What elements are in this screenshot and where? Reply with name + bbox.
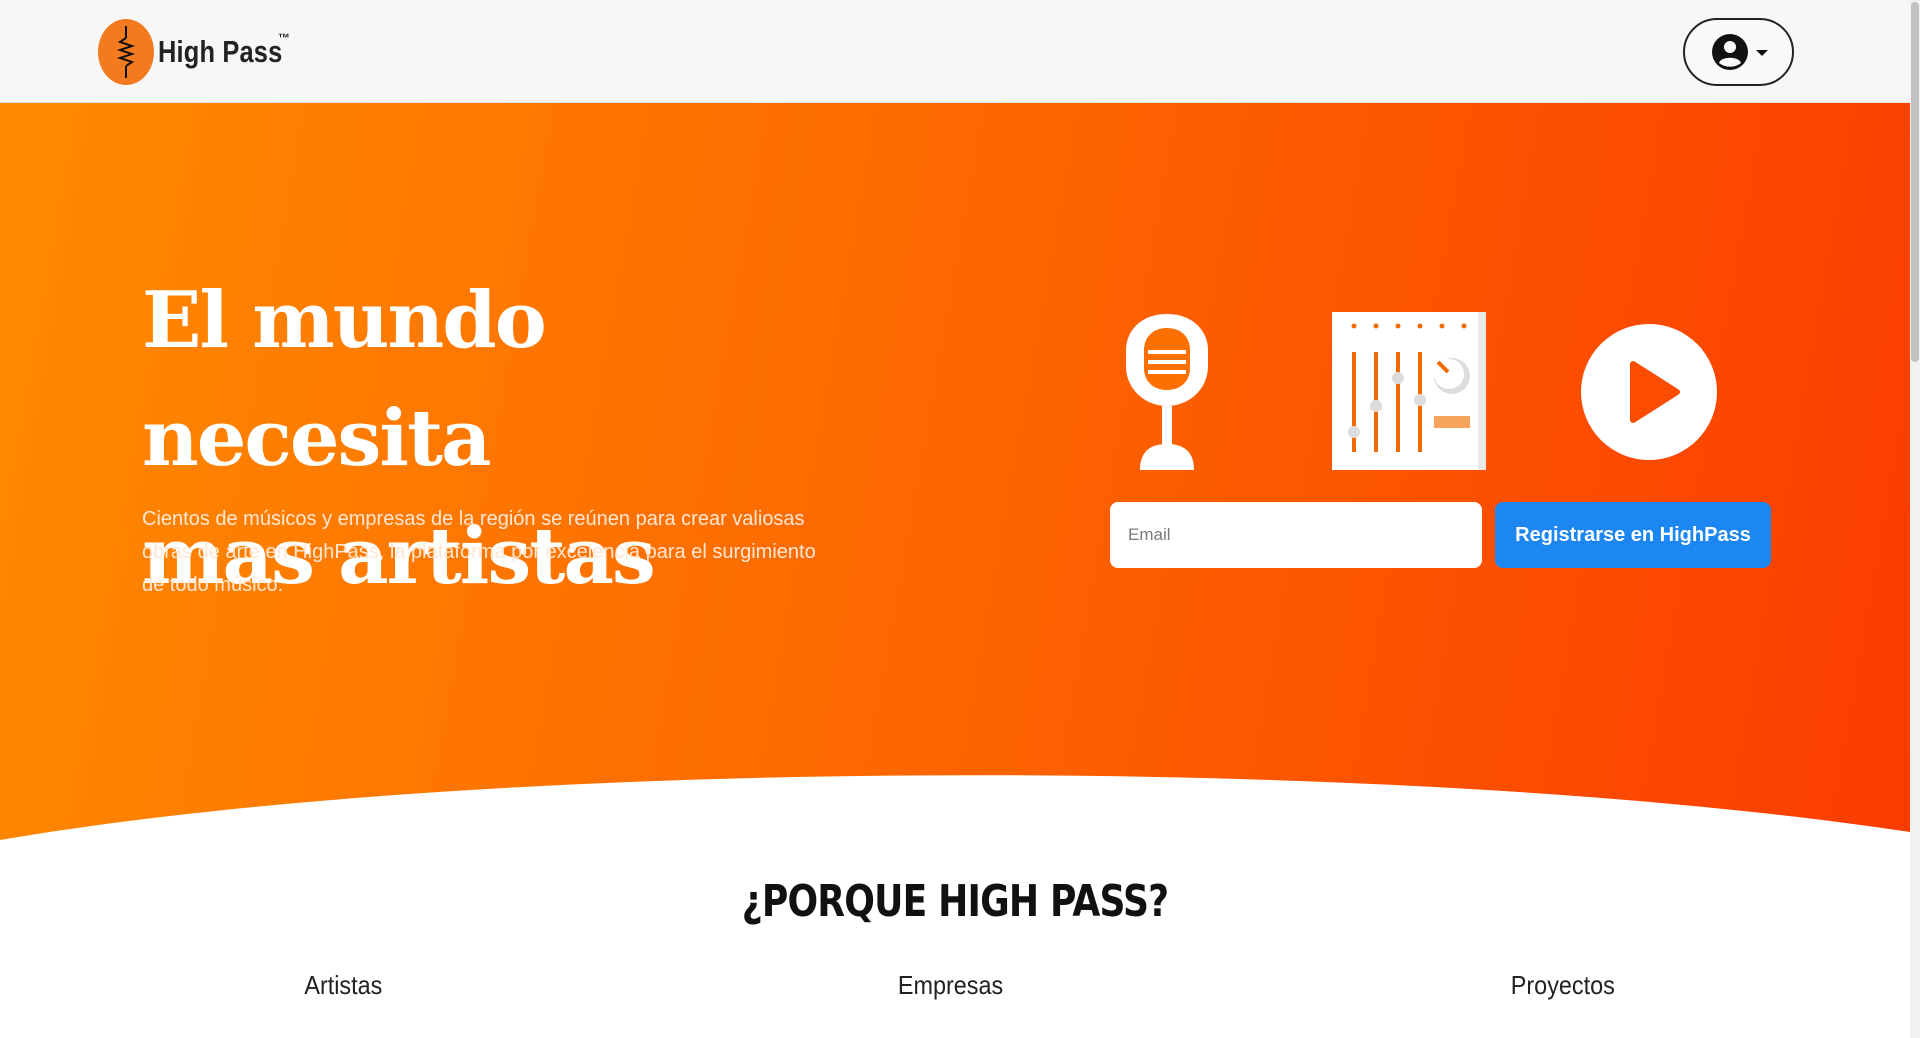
play-icon (1581, 324, 1717, 460)
feature-empresas: Empresas (897, 970, 1004, 1000)
brand-name: High Pass (158, 34, 283, 69)
resistor-icon (116, 26, 136, 78)
section-title: ¿PORQUE HIGH PASS? (741, 876, 1169, 927)
user-circle-icon (1711, 34, 1748, 70)
user-menu-button[interactable] (1683, 18, 1794, 86)
scrollbar-thumb[interactable] (1911, 2, 1919, 362)
brand-logo (98, 19, 154, 85)
trademark-mark: ™ (278, 31, 290, 45)
register-button[interactable]: Registrarse en HighPass (1495, 502, 1771, 568)
chevron-down-icon (1755, 50, 1768, 56)
feature-proyectos: Proyectos (1510, 970, 1615, 1000)
microphone-icon (1126, 314, 1208, 470)
brand-link[interactable]: High Pass ™ (98, 19, 310, 85)
mixer-icon (1332, 312, 1486, 470)
hero-subtitle: Cientos de músicos y empresas de la regi… (142, 508, 816, 596)
hero-wave-divider (0, 775, 1910, 870)
hero-title-line1: El mundo necesita (142, 275, 547, 484)
email-input[interactable] (1110, 502, 1482, 568)
page-scrollbar[interactable] (1910, 0, 1920, 1038)
feature-artistas: Artistas (304, 970, 383, 1000)
navbar: High Pass ™ (0, 0, 1910, 103)
